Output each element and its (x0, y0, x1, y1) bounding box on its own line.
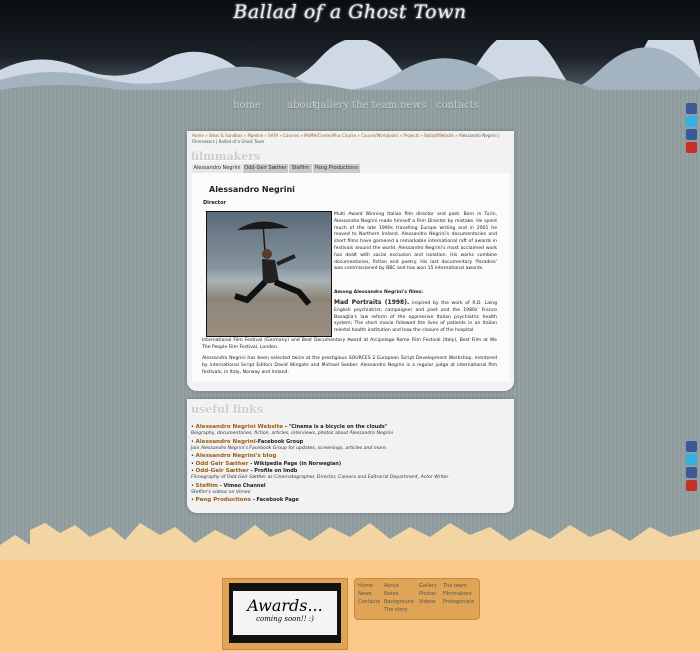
bio-paragraph-3: International Film Festival (Germany) an… (202, 338, 497, 350)
facebook-icon[interactable] (686, 129, 697, 140)
profile-name: Alessandro Negrini (209, 185, 295, 194)
nav-contacts[interactable]: contacts (436, 100, 479, 111)
useful-links-heading: useful links (191, 403, 264, 416)
awards-subtitle: coming soon!! :) (256, 615, 314, 623)
list-item: • Odd Geir Sæther - Wikipedia Page (in N… (191, 460, 342, 467)
footer-filmmakers[interactable]: Filmmakers (443, 591, 472, 597)
footer-news[interactable]: News (358, 591, 372, 597)
link-tail: - Vimeo Channel (217, 482, 266, 489)
profile-role: Director (203, 200, 226, 206)
bio-paragraph-1: Multi Award Winning Italian film directo… (334, 212, 497, 272)
bio-paragraph-4: Alessandro Negrini has been selected twi… (202, 356, 497, 375)
awards-box: Awards... coming soon!! :) (222, 578, 348, 650)
awards-title: Awards... (247, 596, 323, 615)
footer-home[interactable]: Home (358, 583, 373, 589)
footer-protagonists[interactable]: Protagonists (443, 599, 474, 605)
footer-notes[interactable]: Notes (384, 591, 398, 597)
footer-nav: Home News Contacts About Notes Backgroun… (354, 578, 480, 620)
nav-gallery[interactable]: gallery (314, 100, 349, 111)
nav-home[interactable]: home (233, 100, 261, 111)
link-description: Stefilm's videos on Vimeo (191, 489, 251, 495)
footer-videos[interactable]: Videos (419, 599, 436, 605)
useful-links-list: • Alessandro Negrini Website - "Cinema i… (191, 424, 511, 505)
list-item: • Odd-Geir Sæther - Profile on Imdb Filmo… (191, 468, 449, 480)
jumping-man-with-umbrella-image (234, 221, 312, 306)
list-item: • Pang Productions - Facebook Page (191, 497, 299, 503)
link-description: Biography, documentaries, fiction, artic… (191, 431, 393, 436)
link-stefilm-vimeo[interactable]: Stefilm (196, 483, 218, 489)
list-item: • Alessandro Negrini Website - "Cinema i… (191, 424, 393, 436)
site-title: Ballad of a Ghost Town (233, 1, 467, 23)
footer-background[interactable]: Background (384, 599, 414, 605)
link-tail: - "Cinema is a bicycle on the clouds" (283, 424, 388, 430)
twitter-icon[interactable] (686, 116, 697, 127)
youtube-icon[interactable] (686, 480, 697, 491)
tab-pang-productions[interactable]: Pang Productions (313, 164, 360, 173)
link-pang-facebook[interactable]: Pang Productions (196, 497, 251, 503)
link-description: Filmography of Odd-Geir Sæther as Cinema… (191, 475, 449, 480)
film-title: Mad Portraits (1998). (334, 299, 410, 306)
twitter-icon[interactable] (686, 454, 697, 465)
film-strip-frame: Awards... coming soon!! :) (229, 583, 341, 643)
footer-contacts[interactable]: Contacts (358, 599, 380, 605)
breadcrumb-links[interactable]: Home » Ideas & Sandbox » Pipeline » SAFA… (192, 133, 458, 138)
link-tail: -Facebook Group (255, 438, 304, 445)
nav-the-team[interactable]: the team (352, 100, 397, 111)
tab-stefilm[interactable]: Stefilm (289, 164, 312, 173)
link-tail: - Profile on Imdb (248, 468, 298, 474)
list-item: • Alessandro Negrini's blog (191, 453, 277, 459)
profile-photo (206, 211, 332, 337)
facebook-icon[interactable] (686, 467, 697, 478)
bio-paragraph-2: Mad Portraits (1998). inspired by the wo… (334, 299, 497, 335)
youtube-icon[interactable] (686, 142, 697, 153)
footer-about[interactable]: About (384, 583, 399, 589)
footer-the-story[interactable]: The story (384, 607, 408, 613)
facebook-icon[interactable] (686, 103, 697, 114)
link-tail: - Facebook Page (250, 497, 299, 503)
social-icons-bottom (686, 441, 697, 493)
town-silhouette-decoration (0, 523, 700, 652)
nav-about[interactable]: about (287, 100, 316, 111)
list-item: • Alessandro Negrini-Facebook Group Join … (191, 438, 388, 451)
list-item: • Stefilm - Vimeo Channel Stefilm's video… (191, 482, 266, 495)
link-saether-imdb[interactable]: Odd-Geir Sæther (196, 468, 249, 474)
main-nav: home about gallery the team news contact… (226, 100, 486, 114)
breadcrumb: Home » Ideas & Sandbox » Pipeline » SAFA… (192, 133, 507, 145)
footer-the-team[interactable]: The team (443, 583, 467, 589)
tab-odd-geir-saether[interactable]: Odd-Geir Sæther (243, 164, 288, 173)
link-negrini-facebook[interactable]: Alessandro Negrini (196, 439, 256, 445)
tab-alessandro-negrini[interactable]: Alessandro Negrini (192, 164, 242, 173)
films-heading: Among Alessandro Negrini's films: (334, 290, 424, 295)
link-negrini-website[interactable]: Alessandro Negrini Website (196, 424, 284, 430)
nav-news[interactable]: news (400, 100, 426, 111)
link-tail: - Wikipedia Page (in Norwegian) (248, 460, 342, 467)
facebook-icon[interactable] (686, 441, 697, 452)
footer-photos[interactable]: Photos (419, 591, 436, 597)
link-saether-wikipedia[interactable]: Odd Geir Sæther (196, 461, 249, 467)
social-icons-top (686, 103, 697, 155)
filmmakers-heading: filmmakers (191, 150, 261, 163)
footer-gallery[interactable]: Gallery (419, 583, 437, 589)
awards-screen: Awards... coming soon!! :) (233, 591, 337, 635)
link-negrini-blog[interactable]: Alessandro Negrini's blog (196, 453, 277, 459)
link-description: Join Alessandro Negrini's Facebook Group… (191, 445, 388, 451)
